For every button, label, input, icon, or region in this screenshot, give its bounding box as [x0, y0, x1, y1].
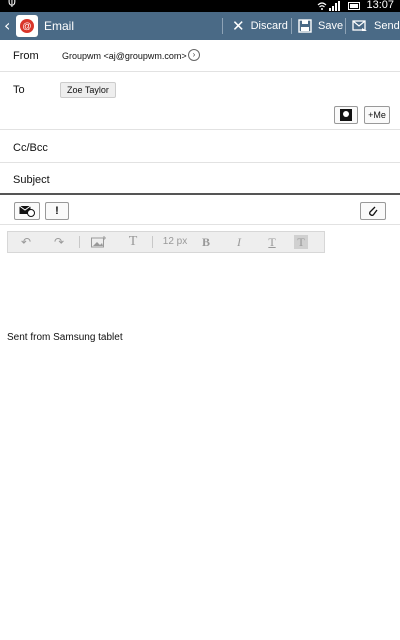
divider — [222, 18, 223, 34]
subject-label: Subject — [13, 174, 50, 186]
email-app-icon[interactable]: @ — [16, 15, 38, 37]
from-label: From — [13, 50, 39, 62]
italic-icon[interactable]: I — [228, 232, 250, 252]
divider — [79, 236, 80, 248]
paperclip-icon — [369, 206, 378, 216]
wifi-icon — [317, 1, 340, 11]
discard-label: Discard — [250, 20, 288, 32]
send-icon — [352, 20, 367, 31]
send-label: Send — [374, 20, 400, 32]
from-row: From Groupwm <aj@groupwm.com> › — [0, 40, 400, 72]
cc-bcc-row[interactable]: Cc/Bcc — [0, 130, 400, 163]
save-button[interactable]: Save — [298, 12, 343, 40]
text-size-icon[interactable]: T — [122, 232, 144, 252]
divider — [345, 18, 346, 34]
attach-button[interactable] — [360, 202, 386, 220]
action-bar: ‹ @ Email ✕ Discard Save Send — [0, 12, 400, 40]
insert-button[interactable] — [14, 202, 40, 220]
mail-clock-icon — [19, 205, 35, 217]
undo-icon[interactable]: ↶ — [15, 232, 37, 252]
recipient-chip[interactable]: Zoe Taylor — [60, 82, 116, 98]
from-account[interactable]: Groupwm <aj@groupwm.com> — [62, 51, 187, 61]
redo-icon[interactable]: ↷ — [48, 232, 70, 252]
divider — [152, 236, 153, 248]
to-row: To Zoe Taylor +Me — [0, 72, 400, 130]
priority-button[interactable]: ! — [45, 202, 69, 220]
divider — [291, 18, 292, 34]
close-icon: ✕ — [232, 17, 245, 35]
compose-toolbar: ! — [0, 197, 400, 225]
back-chevron-icon[interactable]: ‹ — [4, 16, 10, 35]
underline-icon[interactable]: T — [261, 232, 283, 252]
send-button[interactable]: Send — [352, 12, 400, 40]
add-me-button[interactable]: +Me — [364, 106, 390, 124]
battery-icon — [348, 2, 360, 10]
contact-icon — [340, 109, 352, 121]
chevron-right-icon[interactable]: › — [188, 49, 200, 61]
status-bar: Ψ 13:07 — [0, 0, 400, 12]
highlight-icon[interactable]: T — [294, 235, 308, 249]
bold-icon[interactable]: B — [195, 232, 217, 252]
save-icon — [298, 19, 312, 33]
insert-image-icon[interactable] — [88, 232, 110, 252]
to-label: To — [13, 84, 25, 96]
message-body-signature[interactable]: Sent from Samsung tablet — [7, 332, 123, 343]
font-size-value[interactable]: 12 px — [159, 232, 191, 252]
cc-bcc-label: Cc/Bcc — [13, 142, 48, 154]
discard-button[interactable]: ✕ Discard — [232, 12, 288, 40]
status-time: 13:07 — [366, 0, 394, 11]
usb-icon: Ψ — [8, 0, 16, 10]
app-title: Email — [44, 19, 75, 33]
save-label: Save — [318, 20, 344, 32]
formatting-bar: ↶ ↷ T 12 px B I T T — [7, 231, 325, 253]
subject-row[interactable]: Subject — [0, 163, 400, 195]
contacts-button[interactable] — [334, 106, 358, 124]
